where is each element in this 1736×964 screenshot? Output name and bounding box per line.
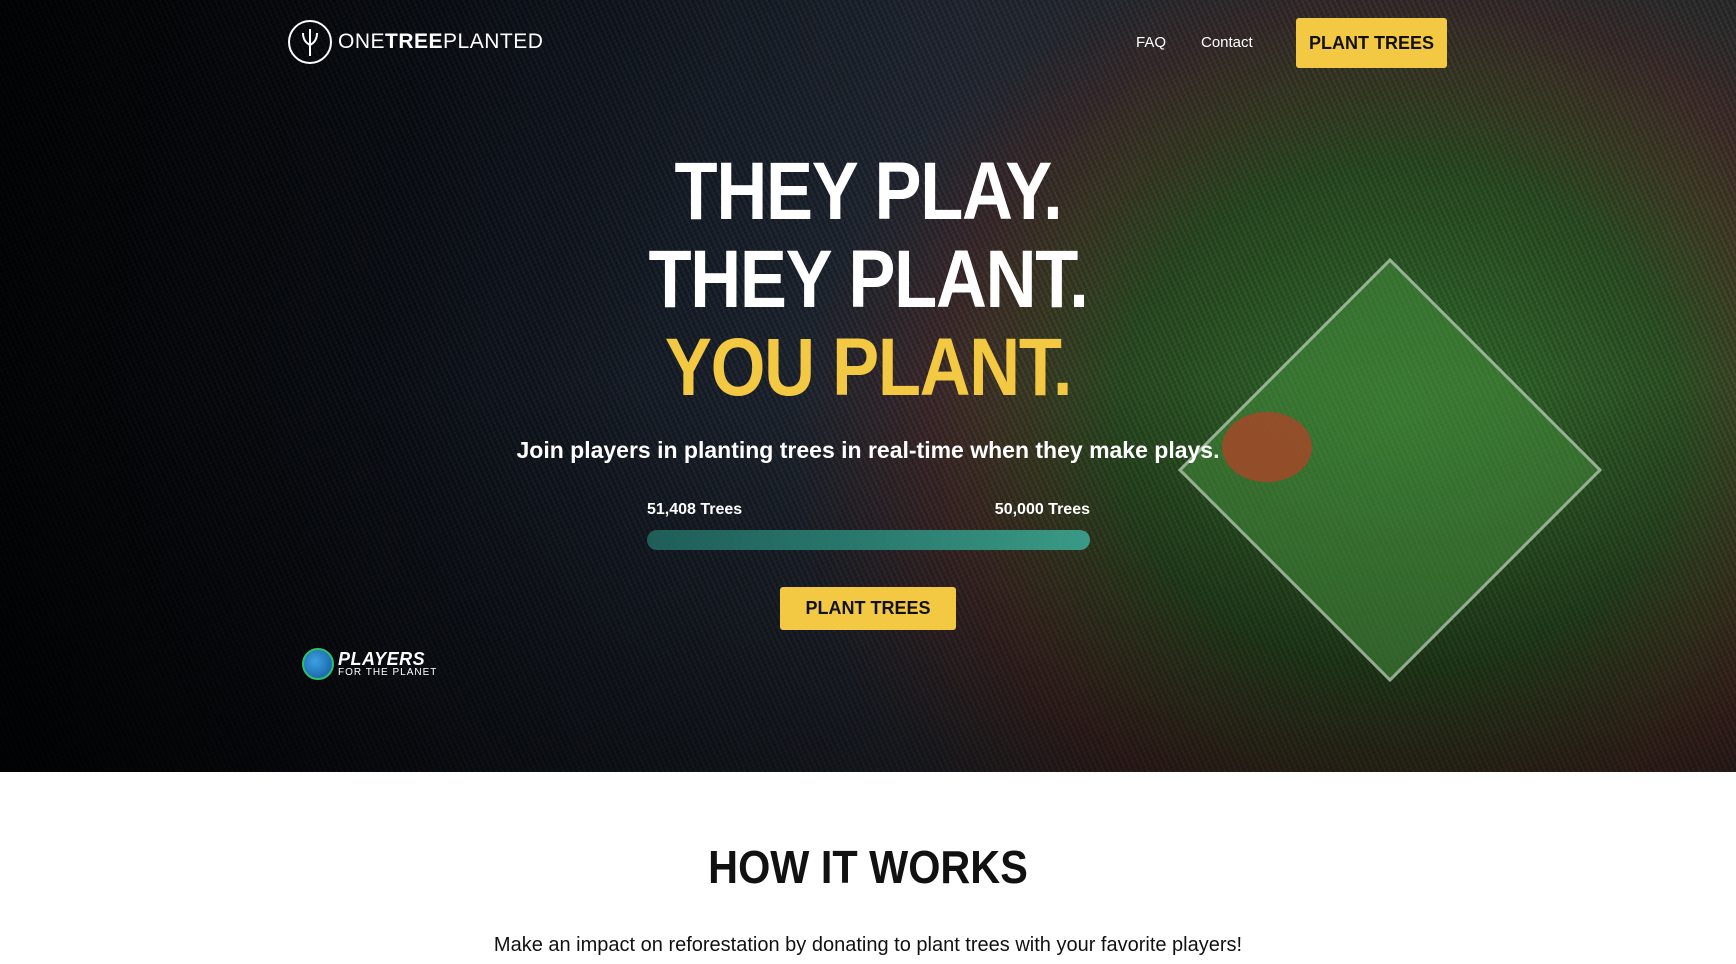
players-for-the-planet-logo[interactable]: PLAYERS FOR THE PLANET	[302, 648, 437, 680]
nav-contact-link[interactable]: Contact	[1201, 34, 1253, 51]
hero-plant-trees-button[interactable]: PLANT TREES	[780, 587, 956, 630]
hero-headline: THEY PLAY. THEY PLANT. YOU PLANT.	[122, 148, 1615, 412]
headline-line-2: THEY PLANT.	[648, 234, 1088, 325]
nav-faq-link[interactable]: FAQ	[1136, 34, 1166, 51]
one-tree-planted-logo[interactable]: ONETREEPLANTED	[288, 20, 543, 64]
trees-progress-bar	[647, 530, 1090, 550]
trees-goal-count: 50,000 Trees	[994, 501, 1090, 518]
partner-wordmark: PLAYERS FOR THE PLANET	[338, 649, 438, 678]
headline-line-1: THEY PLAY.	[674, 146, 1063, 237]
nav-plant-trees-button[interactable]: PLANT TREES	[1296, 18, 1447, 68]
trees-progress-fill	[647, 530, 1090, 550]
trees-planted-count: 51,408 Trees	[647, 501, 743, 518]
how-it-works-text: Make an impact on reforestation by donat…	[493, 934, 1243, 956]
how-it-works-title: HOW IT WORKS	[708, 841, 1028, 893]
hero-section: ONETREEPLANTED FAQ Contact PLANT TREES T…	[0, 0, 1736, 772]
globe-icon	[302, 648, 334, 680]
headline-line-3: YOU PLANT.	[664, 322, 1073, 413]
tree-icon	[288, 20, 332, 64]
hero-subtitle: Join players in planting trees in real-t…	[516, 437, 1220, 463]
logo-wordmark: ONETREEPLANTED	[338, 30, 544, 53]
